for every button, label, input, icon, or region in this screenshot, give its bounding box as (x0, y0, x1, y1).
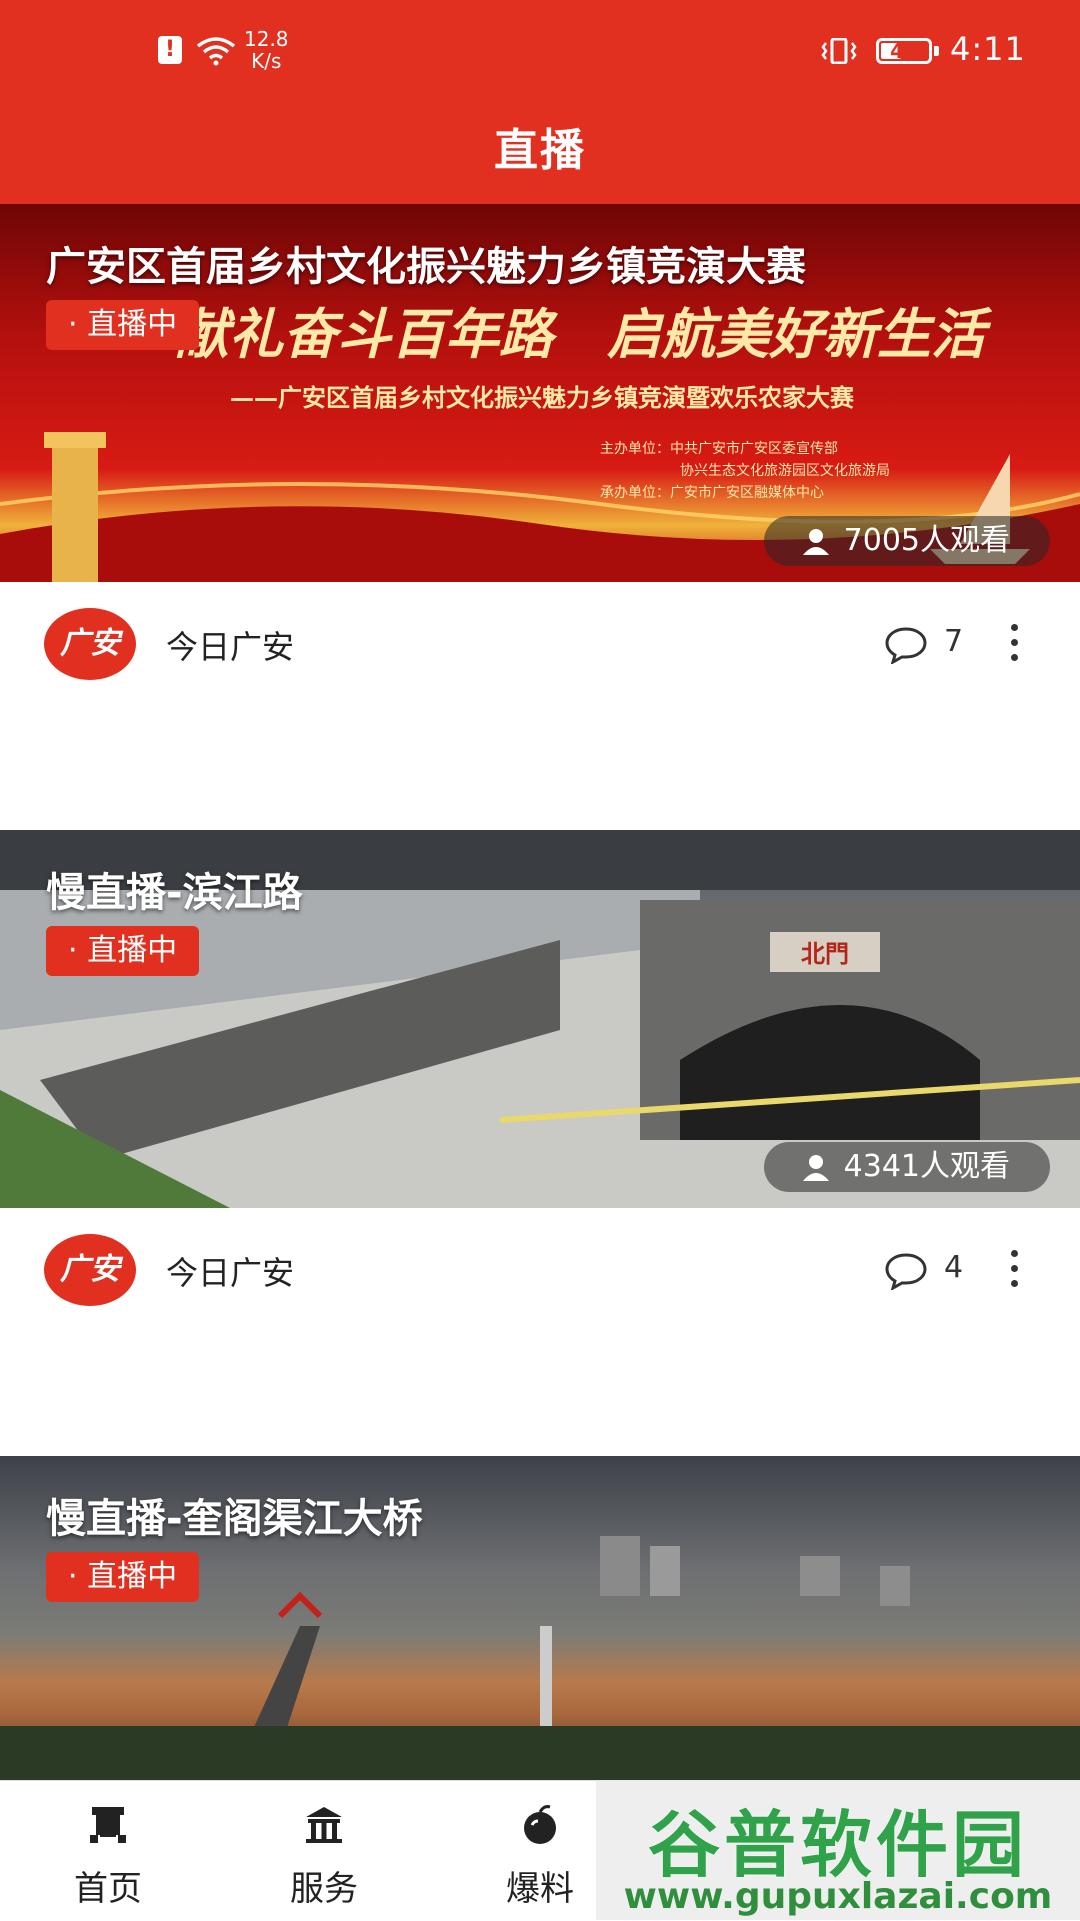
live-card[interactable]: 慢直播-奎阁渠江大桥 · 直播中 (0, 1456, 1080, 1780)
live-card[interactable]: 献礼奋斗百年路 启航美好新生活 ——广安区首届乡村文化振兴魅力乡镇竞演暨欢乐农家… (0, 204, 1080, 706)
service-icon (306, 1807, 342, 1843)
viewer-count: 4341人观看 (763, 1142, 1050, 1192)
more-options-icon[interactable] (1006, 1250, 1022, 1290)
organizer-line: 承办单位：广安市广安区融媒体中心 (600, 485, 824, 501)
clock: 4:11 (950, 30, 1026, 68)
live-thumbnail[interactable]: 献礼奋斗百年路 启航美好新生活 ——广安区首届乡村文化振兴魅力乡镇竞演暨欢乐农家… (0, 204, 1080, 582)
more-options-icon[interactable] (1006, 624, 1022, 664)
comment-icon[interactable] (884, 626, 928, 664)
viewer-count-text: 7005人观看 (843, 523, 1010, 558)
comment-icon[interactable] (884, 1252, 928, 1290)
live-badge: · 直播中 (46, 926, 200, 976)
network-speed-value: 12.8 (244, 27, 289, 51)
top-bar: ! 12.8 K/s 48 4:11 直播 (0, 0, 1080, 204)
live-badge: · 直播中 (46, 300, 200, 350)
source-name[interactable]: 今日广安 (166, 622, 294, 668)
user-icon (802, 1155, 829, 1181)
source-name[interactable]: 今日广安 (166, 1248, 294, 1294)
live-badge: · 直播中 (46, 1552, 200, 1602)
gate-sign: 北門 (801, 940, 849, 968)
nav-label: 服务 (290, 1869, 358, 1909)
live-card[interactable]: 北門 慢直播-滨江路 · 直播中 4341人观看 广安 今日广安 4 (0, 830, 1080, 1332)
card-title: 慢直播-滨江路 (46, 870, 303, 916)
live-thumbnail[interactable]: 慢直播-奎阁渠江大桥 · 直播中 (0, 1456, 1080, 1780)
comment-count: 7 (944, 624, 964, 659)
wifi-icon (196, 37, 236, 66)
card-meta: 广安 今日广安 4 (0, 1208, 1080, 1332)
status-bar: ! 12.8 K/s 48 4:11 (0, 0, 1080, 100)
watermark: 谷普软件园 www.gupuxlazai.com (596, 1780, 1080, 1920)
source-avatar[interactable]: 广安 (44, 1234, 136, 1306)
card-title: 广安区首届乡村文化振兴魅力乡镇竞演大赛 (46, 244, 806, 290)
card-meta: 广安 今日广安 7 (0, 582, 1080, 706)
battery-level: 48 (890, 39, 918, 63)
watermark-url: www.gupuxlazai.com (623, 1876, 1053, 1917)
banner-subtitle: ——广安区首届乡村文化振兴魅力乡镇竞演暨欢乐农家大赛 (230, 383, 854, 412)
source-avatar[interactable]: 广安 (44, 608, 136, 680)
comment-count: 4 (944, 1250, 964, 1285)
banner-slogan: 献礼奋斗百年路 启航美好新生活 (175, 302, 985, 366)
nav-item-service[interactable]: 服务 (216, 1781, 432, 1921)
organizer-line: 主办单位：中共广安市广安区委宣传部 (600, 441, 838, 457)
network-speed: 12.8 K/s (244, 28, 289, 72)
vibrate-icon (821, 38, 857, 64)
nav-item-home[interactable]: 首页 (0, 1781, 216, 1921)
home-icon (90, 1807, 126, 1843)
organizer-line: 协兴生态文化旅游园区文化旅游局 (680, 463, 890, 479)
live-thumbnail[interactable]: 北門 慢直播-滨江路 · 直播中 4341人观看 (0, 830, 1080, 1208)
user-icon (802, 529, 829, 555)
alert-icon: ! (158, 36, 182, 64)
banner-organizers: 主办单位：中共广安市广安区委宣传部 协兴生态文化旅游园区文化旅游局 承办单位：广… (600, 438, 890, 504)
battery-icon: 48 (876, 38, 932, 64)
battery-tip (934, 46, 939, 56)
network-speed-unit: K/s (251, 49, 282, 73)
card-title: 慢直播-奎阁渠江大桥 (46, 1496, 423, 1542)
viewer-count-text: 4341人观看 (843, 1149, 1010, 1184)
report-icon (524, 1805, 556, 1844)
page-title: 直播 (494, 125, 586, 176)
viewer-count: 7005人观看 (763, 516, 1050, 566)
nav-label: 首页 (74, 1869, 142, 1909)
